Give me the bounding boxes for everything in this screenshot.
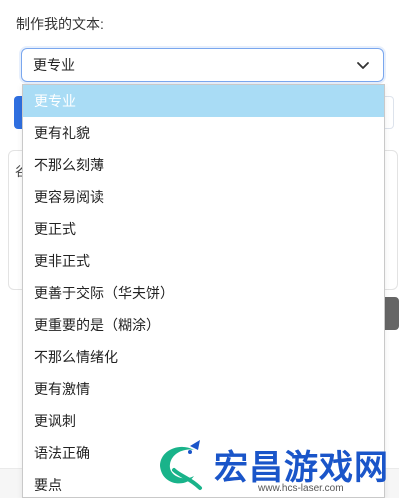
dropdown-option[interactable]: 更有激情: [23, 373, 384, 405]
watermark-url: www.hcs-laser.com: [258, 483, 344, 494]
tone-select-value: 更专业: [33, 57, 75, 73]
tone-select[interactable]: 更专业: [21, 48, 384, 82]
dropdown-option[interactable]: 更非正式: [23, 245, 384, 277]
dropdown-option[interactable]: 更善于交际（华夫饼）: [23, 277, 384, 309]
watermark: 宏昌游戏网 www.hcs-laser.com: [146, 436, 399, 498]
dropdown-option[interactable]: 更讽刺: [23, 405, 384, 437]
dropdown-option[interactable]: 更重要的是（糊涂）: [23, 309, 384, 341]
secondary-action-button[interactable]: [384, 96, 394, 129]
dragon-logo-icon: [160, 440, 202, 490]
dropdown-option[interactable]: 更专业: [23, 85, 384, 117]
make-text-label: 制作我的文本:: [16, 16, 104, 32]
dropdown-option[interactable]: 更正式: [23, 213, 384, 245]
chevron-down-icon: [357, 62, 369, 69]
dropdown-option[interactable]: 更有礼貌: [23, 117, 384, 149]
watermark-title: 宏昌游戏网: [214, 448, 389, 488]
dropdown-option[interactable]: 不那么刻薄: [23, 149, 384, 181]
dropdown-option[interactable]: 更容易阅读: [23, 181, 384, 213]
dropdown-option[interactable]: 不那么情绪化: [23, 341, 384, 373]
